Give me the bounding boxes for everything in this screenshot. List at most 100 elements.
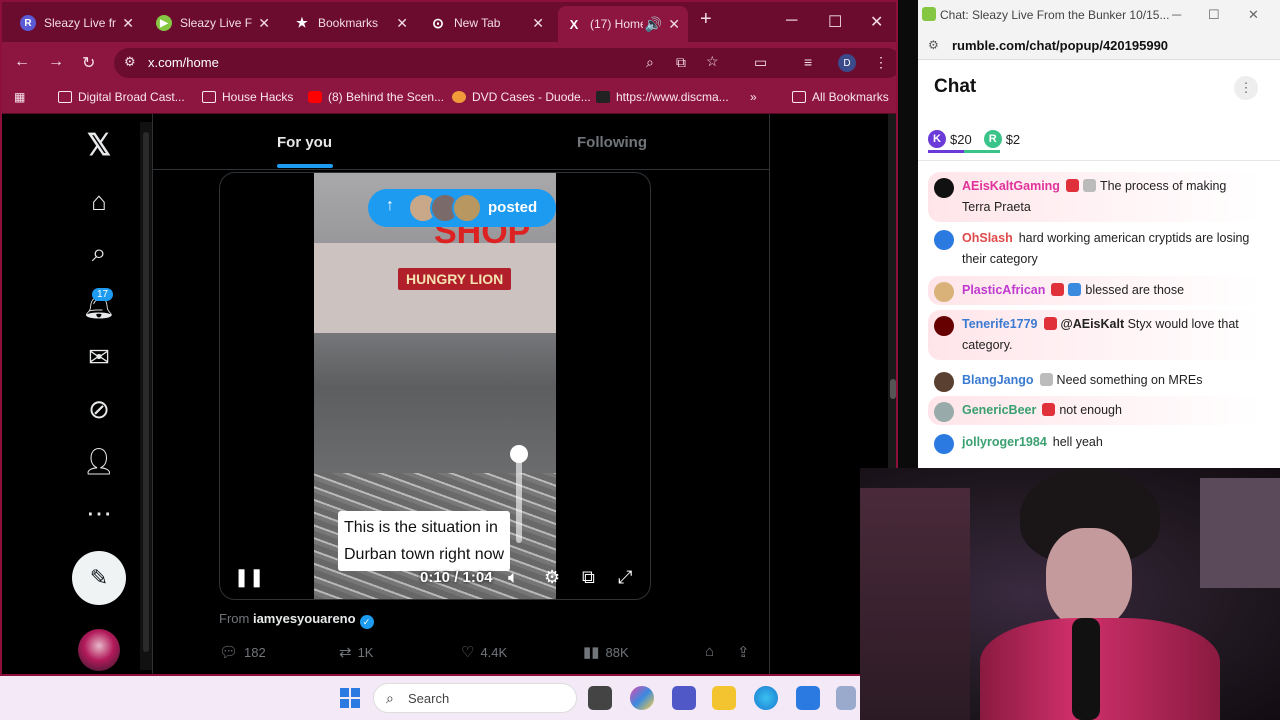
- minimize-icon[interactable]: ─: [1172, 7, 1181, 22]
- like-button[interactable]: ♡ 4.4K: [461, 643, 507, 661]
- bookmark-label: House Hacks: [222, 90, 294, 104]
- profile-icon[interactable]: 👤︎: [82, 444, 116, 478]
- volume-slider[interactable]: [516, 451, 522, 543]
- folder-icon: [202, 91, 216, 103]
- reply-button[interactable]: 💬︎ 182: [219, 643, 266, 661]
- scrollbar[interactable]: [140, 122, 152, 670]
- volume-knob[interactable]: [510, 445, 528, 463]
- apps-grid-icon[interactable]: ▦: [14, 90, 25, 104]
- webcam-face: [1046, 528, 1132, 628]
- video-player[interactable]: SHOP HUNGRY LION ↑ posted This is the si…: [219, 172, 651, 600]
- fullscreen-icon[interactable]: ⤢: [618, 567, 632, 588]
- from-username[interactable]: iamyesyouareno: [253, 611, 356, 626]
- home-icon[interactable]: ⌂: [82, 184, 116, 218]
- minimize-icon[interactable]: ─: [786, 12, 797, 30]
- new-posts-pill[interactable]: ↑ posted: [368, 189, 556, 227]
- chat-username[interactable]: Tenerife1779: [962, 317, 1038, 331]
- tab-3[interactable]: ★ Bookmarks ✕: [286, 8, 416, 38]
- tab-following[interactable]: Following: [577, 134, 647, 151]
- close-icon[interactable]: ✕: [258, 15, 270, 32]
- more-bookmarks-button[interactable]: »: [750, 90, 757, 104]
- tab-4[interactable]: ⊙ New Tab ✕: [422, 8, 552, 38]
- settings-icon[interactable]: ⚙: [544, 567, 560, 588]
- chat-menu-icon[interactable]: ⋮: [1234, 76, 1258, 100]
- close-icon[interactable]: ✕: [122, 15, 134, 32]
- badge-icon: [1065, 179, 1079, 192]
- reload-icon[interactable]: ↻: [82, 53, 95, 73]
- playlist-icon[interactable]: ≡: [804, 54, 812, 70]
- close-icon[interactable]: ✕: [1248, 7, 1259, 23]
- tab-for-you[interactable]: For you: [277, 134, 332, 151]
- tab-2[interactable]: ▶ Sleazy Live Fr ✕: [148, 8, 278, 38]
- pip-icon[interactable]: ⧉: [582, 567, 595, 588]
- all-bookmarks[interactable]: All Bookmarks: [792, 90, 889, 104]
- install-app-icon[interactable]: ⧉: [676, 54, 686, 71]
- address-bar[interactable]: ⚙ x.com/home ⌕ ⧉ ☆: [114, 48, 896, 78]
- x-logo-icon[interactable]: 𝕏: [82, 128, 116, 162]
- bookmark-2[interactable]: House Hacks: [202, 90, 293, 104]
- close-window-icon[interactable]: ✕: [870, 12, 883, 32]
- speaker-icon[interactable]: 🔊: [645, 16, 662, 33]
- x-logo-icon: X: [569, 16, 579, 32]
- scrollbar-thumb[interactable]: [890, 379, 896, 399]
- forward-icon[interactable]: →: [48, 53, 64, 71]
- site-info-icon[interactable]: ⚙: [928, 38, 939, 52]
- arrow-up-icon: ↑: [386, 197, 394, 214]
- chat-username[interactable]: OhSlash: [962, 231, 1013, 245]
- back-icon[interactable]: ←: [14, 53, 30, 71]
- store-icon[interactable]: [796, 686, 820, 710]
- compose-button[interactable]: ✎: [72, 551, 126, 605]
- chat-username[interactable]: BlangJango: [962, 373, 1034, 387]
- reply-icon: 💬︎: [219, 644, 239, 661]
- share-button[interactable]: ⇪: [737, 643, 756, 661]
- scrollbar-thumb[interactable]: [143, 132, 149, 652]
- tab-strip: R Sleazy Live fro ✕ ▶ Sleazy Live Fr ✕ ★…: [2, 2, 896, 42]
- bookmark-star-icon[interactable]: ☆: [706, 53, 719, 70]
- profile-avatar[interactable]: D: [838, 54, 856, 72]
- repost-button[interactable]: ⇄ 1K: [339, 643, 373, 661]
- bookmark-5[interactable]: https://www.discma...: [596, 90, 729, 104]
- volume-icon[interactable]: 🔈︎: [508, 567, 519, 588]
- grok-icon[interactable]: ⊘: [82, 392, 116, 426]
- more-icon[interactable]: ⋯: [82, 496, 116, 530]
- mail-icon[interactable]: ✉: [82, 340, 116, 374]
- new-tab-button[interactable]: +: [700, 8, 712, 31]
- maximize-icon[interactable]: ☐: [828, 12, 842, 32]
- copilot-icon[interactable]: [630, 686, 654, 710]
- maximize-icon[interactable]: ☐: [1208, 7, 1220, 23]
- chat-username[interactable]: PlasticAfrican: [962, 283, 1045, 297]
- teams-icon[interactable]: [672, 686, 696, 710]
- app-icon[interactable]: [836, 686, 856, 710]
- windows-start-icon[interactable]: [340, 688, 360, 708]
- bookmark-4[interactable]: DVD Cases - Duode...: [452, 90, 591, 104]
- tab-1[interactable]: R Sleazy Live fro ✕: [12, 8, 142, 38]
- pause-icon[interactable]: ❚❚: [234, 567, 264, 588]
- close-icon[interactable]: ✕: [668, 16, 680, 33]
- close-icon[interactable]: ✕: [532, 15, 544, 32]
- views-button[interactable]: ▮▮ 88K: [583, 643, 629, 661]
- avatar[interactable]: [78, 629, 120, 671]
- close-icon[interactable]: ✕: [396, 15, 408, 32]
- bookmark-3[interactable]: (8) Behind the Scen...: [308, 90, 444, 104]
- chat-username[interactable]: GenericBeer: [962, 403, 1036, 417]
- menu-kebab-icon[interactable]: ⋮: [874, 54, 888, 71]
- taskbar-search[interactable]: ⌕ Search: [373, 683, 577, 713]
- site-info-icon[interactable]: ⚙: [124, 54, 136, 70]
- bookmark-button[interactable]: ⌂: [705, 643, 720, 660]
- chat-username[interactable]: AEisKaltGaming: [962, 179, 1060, 193]
- bookmark-1[interactable]: Digital Broad Cast...: [58, 90, 185, 104]
- taskview-icon[interactable]: [588, 686, 612, 710]
- chat-url[interactable]: rumble.com/chat/popup/420195990: [952, 38, 1168, 53]
- media-icon[interactable]: ▭: [754, 54, 767, 71]
- chat-message: GenericBeer not enough: [928, 396, 1260, 425]
- chat-mention[interactable]: @AEisKalt: [1061, 317, 1125, 331]
- tab-5[interactable]: X (17) Home 🔊 ✕: [558, 6, 688, 42]
- edge-icon[interactable]: [754, 686, 778, 710]
- reply-count: 182: [244, 644, 266, 660]
- url-text[interactable]: x.com/home: [148, 55, 219, 70]
- chat-username[interactable]: jollyroger1984: [962, 435, 1047, 449]
- file-explorer-icon[interactable]: [712, 686, 736, 710]
- video-caption: This is the situation in Durban town rig…: [338, 511, 511, 571]
- search-icon[interactable]: ⌕: [82, 236, 116, 270]
- zoom-icon[interactable]: ⌕: [646, 54, 654, 71]
